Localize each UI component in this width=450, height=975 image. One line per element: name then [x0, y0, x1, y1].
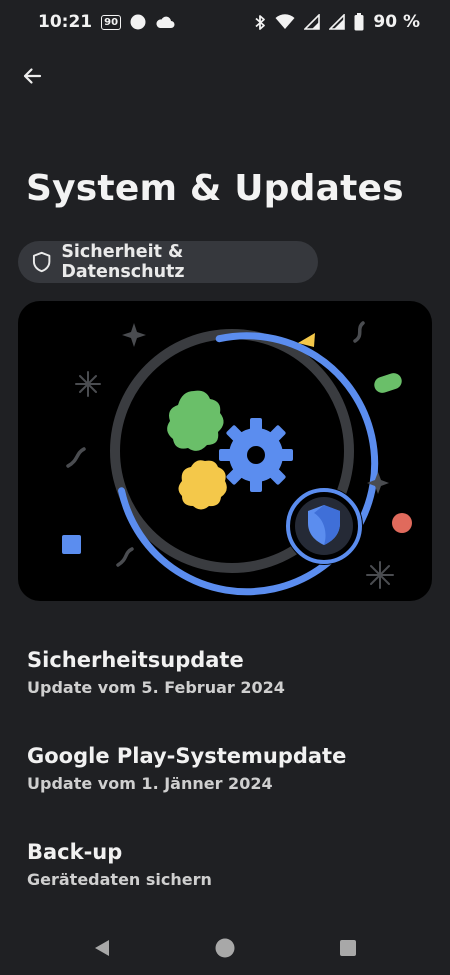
battery-icon — [354, 13, 364, 31]
wifi-icon — [275, 14, 295, 29]
status-right: 90 % — [254, 12, 420, 32]
list-item-title: Sicherheitsupdate — [27, 648, 244, 672]
hero-illustration — [18, 301, 432, 601]
notification-badge-icon: 90 — [101, 14, 122, 30]
nav-recents-button[interactable] — [334, 934, 362, 962]
list-item-backup[interactable]: Back-up Gerätedaten sichern — [27, 840, 427, 889]
list-item-security-update[interactable]: Sicherheitsupdate Update vom 5. Februar … — [27, 648, 427, 697]
nav-back-icon — [95, 940, 109, 956]
signal-icon — [304, 14, 321, 30]
cloud-icon — [156, 16, 175, 28]
list-item-title: Back-up — [27, 840, 123, 864]
back-button[interactable] — [16, 60, 48, 92]
navigation-bar — [0, 925, 450, 971]
nav-recents-icon — [340, 940, 356, 956]
page-title: System & Updates — [26, 168, 404, 209]
list-item-subtitle: Update vom 5. Februar 2024 — [27, 678, 285, 697]
nav-home-button[interactable] — [211, 934, 239, 962]
bluetooth-icon — [255, 14, 266, 30]
status-bar: 10:21 90 90 % — [0, 0, 450, 44]
chip-label: Sicherheit & Datenschutz — [61, 242, 185, 282]
nav-back-button[interactable] — [88, 934, 116, 962]
list-item-play-system-update[interactable]: Google Play-Systemupdate Update vom 1. J… — [27, 744, 427, 793]
security-privacy-chip[interactable]: Sicherheit & Datenschutz — [18, 241, 318, 283]
circle-icon — [130, 14, 146, 30]
status-left: 10:21 90 — [38, 12, 175, 32]
battery-percent: 90 % — [373, 12, 420, 32]
list-item-subtitle: Update vom 1. Jänner 2024 — [27, 774, 273, 793]
status-time: 10:21 — [38, 12, 93, 32]
nav-home-icon — [215, 938, 235, 958]
shield-icon — [32, 251, 51, 273]
arrow-back-icon — [23, 68, 42, 84]
list-item-subtitle: Gerätedaten sichern — [27, 870, 212, 889]
system-updates-illustration — [62, 321, 412, 596]
list-item-title: Google Play-Systemupdate — [27, 744, 347, 768]
signal-icon — [329, 14, 346, 30]
